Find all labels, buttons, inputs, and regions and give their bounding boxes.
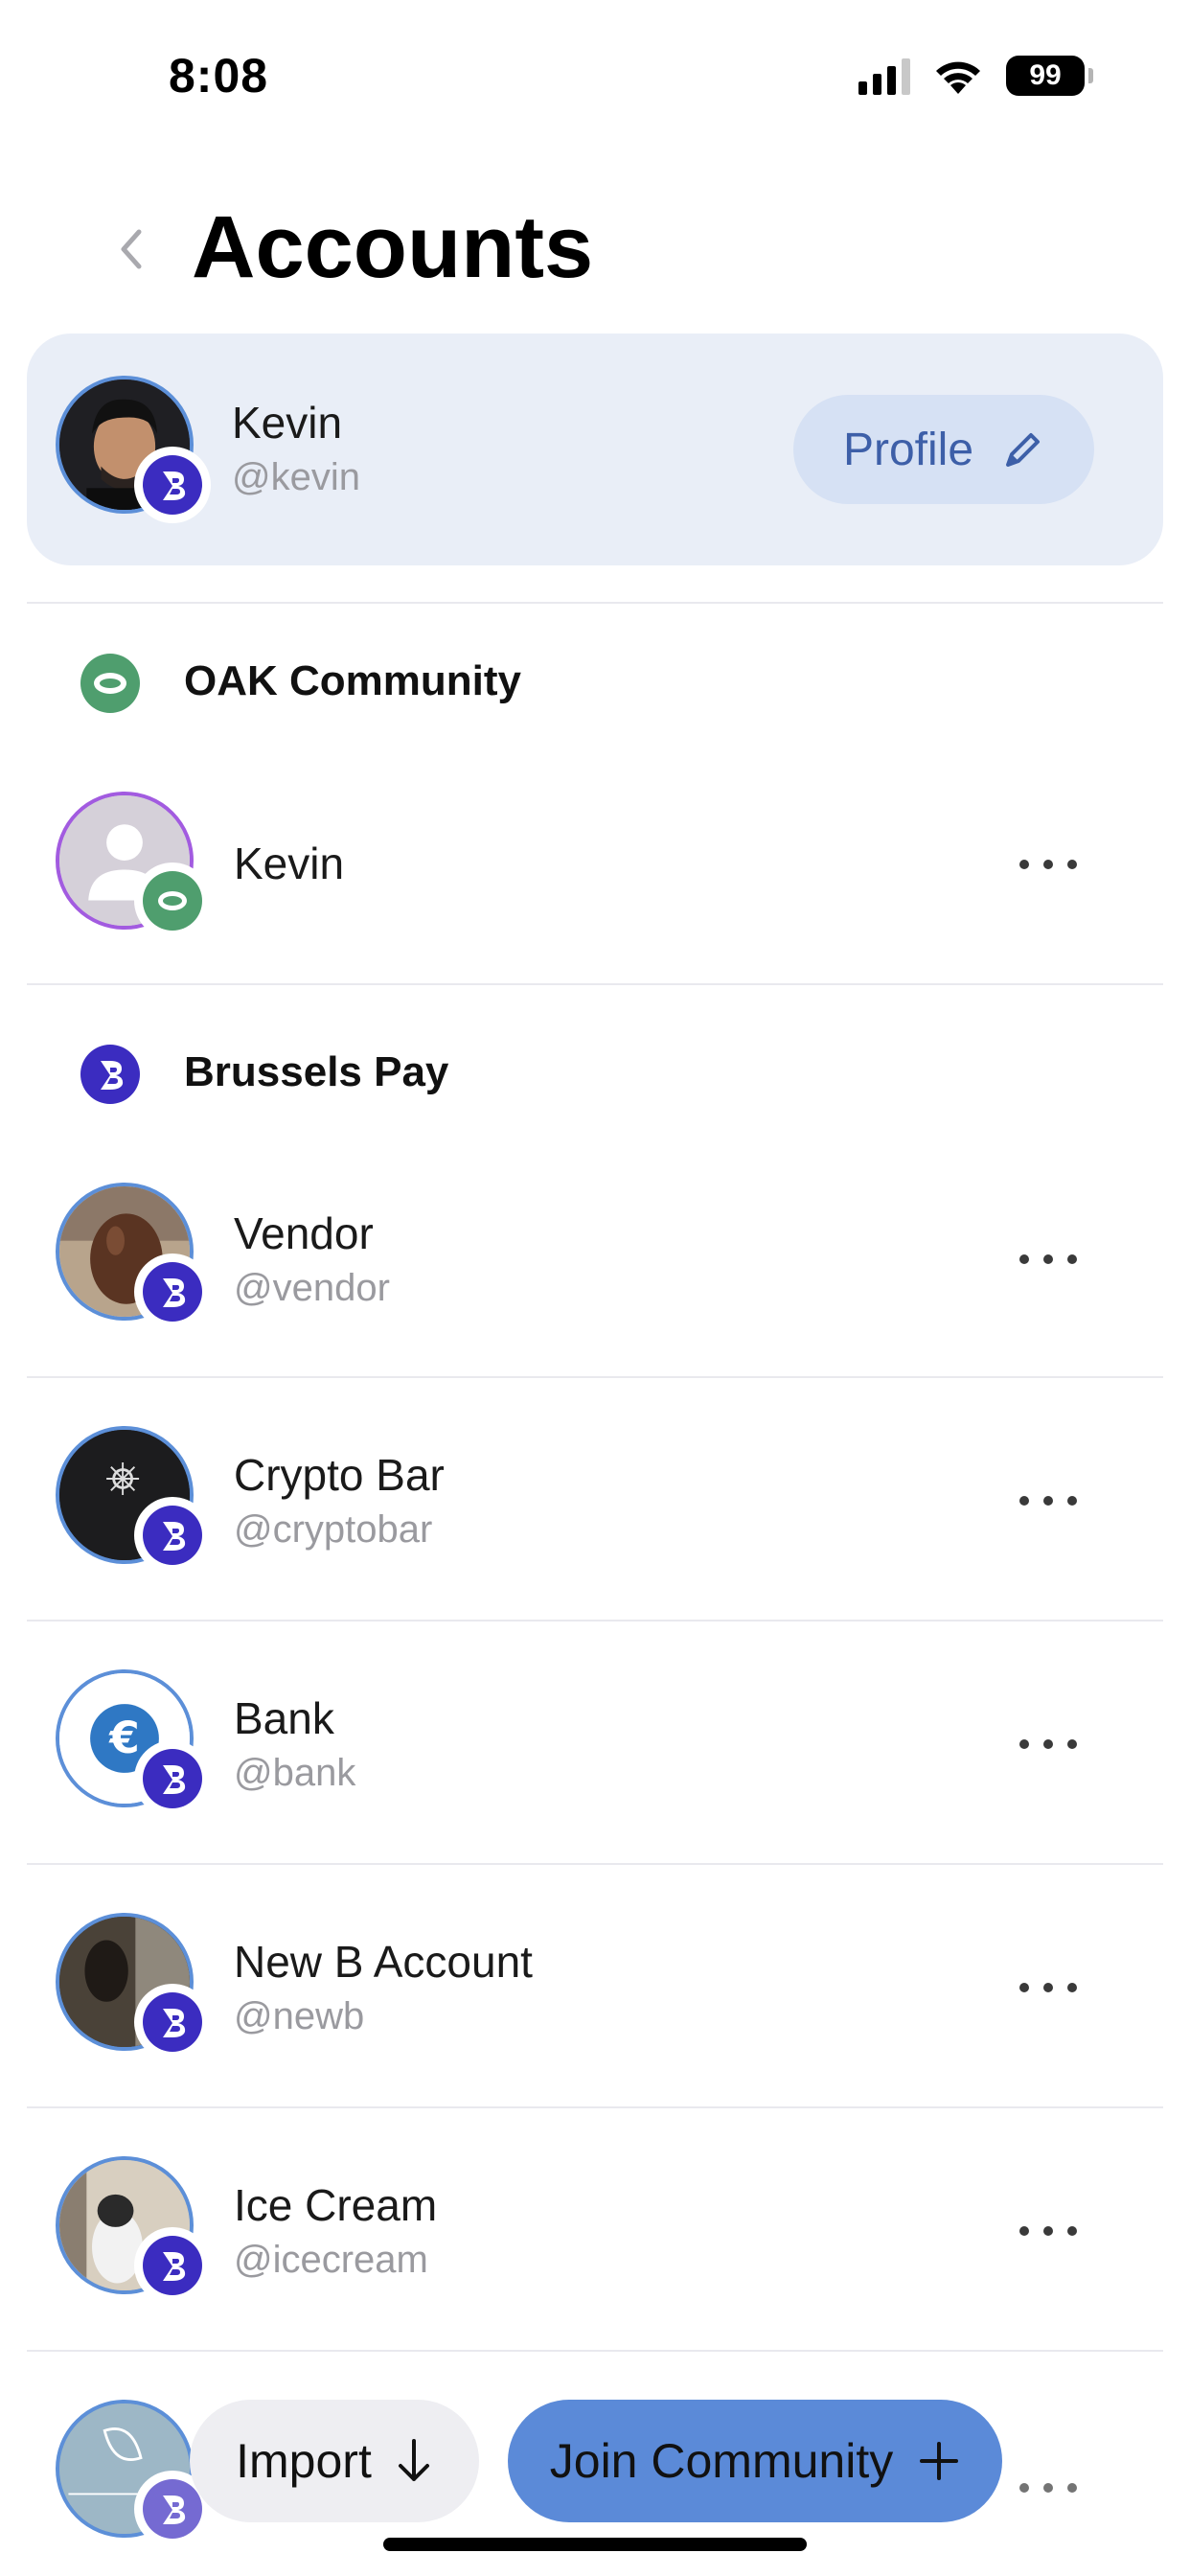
svg-text:€: €: [108, 1713, 140, 1763]
oak-community-icon: [80, 654, 140, 713]
account-handle: @icecream: [234, 2239, 428, 2281]
page-title: Accounts: [192, 198, 594, 296]
account-handle: @vendor: [234, 1267, 390, 1309]
account-avatar: [56, 2156, 211, 2304]
account-handle: @cryptobar: [234, 1508, 433, 1551]
account-row[interactable]: Crypto Bar @cryptobar: [0, 1403, 1190, 1595]
divider: [27, 2106, 1163, 2108]
brussels-pay-badge-icon: [134, 1497, 211, 1574]
join-community-label: Join Community: [549, 2434, 894, 2488]
account-text: Kevin: [234, 838, 344, 889]
account-avatar: €: [56, 1669, 211, 1817]
more-options-icon[interactable]: [1019, 2469, 1077, 2507]
account-text: Vendor @vendor: [234, 1208, 390, 1310]
arrow-down-icon: [398, 2439, 429, 2481]
community-title: Brussels Pay: [184, 1048, 449, 1095]
account-avatar: [56, 1183, 211, 1330]
more-options-icon[interactable]: [1019, 2212, 1077, 2250]
pencil-icon: [1006, 433, 1041, 467]
brussels-pay-badge-icon: [134, 447, 211, 523]
join-community-button[interactable]: Join Community: [508, 2400, 1002, 2522]
account-text: Ice Cream @icecream: [234, 2179, 437, 2282]
divider: [27, 2350, 1163, 2352]
more-options-icon[interactable]: [1019, 845, 1077, 884]
more-options-icon[interactable]: [1019, 1968, 1077, 2007]
community-header-brussels-pay: Brussels Pay: [0, 1027, 1190, 1114]
divider: [27, 1863, 1163, 1865]
divider: [27, 602, 1163, 604]
account-avatar: [56, 792, 211, 939]
community-title: OAK Community: [184, 657, 521, 704]
account-avatar: [56, 376, 211, 523]
account-row[interactable]: € Bank @bank: [0, 1646, 1190, 1838]
brussels-pay-badge-icon: [134, 1254, 211, 1330]
profile-button[interactable]: Profile: [793, 395, 1094, 504]
brussels-pay-badge-icon: [134, 2227, 211, 2304]
brussels-pay-community-icon: [80, 1045, 140, 1104]
status-time: 8:08: [169, 49, 269, 103]
account-avatar: [56, 1913, 211, 2060]
account-text: New B Account @newb: [234, 1936, 533, 2038]
home-indicator: [383, 2538, 807, 2551]
account-row[interactable]: Vendor @vendor: [0, 1160, 1190, 1351]
divider: [27, 1376, 1163, 1378]
account-row[interactable]: Ice Cream @icecream: [0, 2133, 1190, 2325]
status-indicators: 99: [858, 56, 1093, 96]
back-button[interactable]: [103, 222, 157, 276]
more-options-icon[interactable]: [1019, 1240, 1077, 1278]
profile-button-label: Profile: [842, 424, 974, 475]
account-avatar: [56, 2400, 211, 2547]
brussels-pay-badge-icon: [134, 1984, 211, 2060]
account-name: Vendor: [234, 1208, 374, 1258]
more-options-icon[interactable]: [1019, 1482, 1077, 1520]
brussels-pay-badge-icon: [134, 1740, 211, 1817]
import-button-label: Import: [236, 2434, 372, 2488]
community-header-oak: OAK Community: [0, 636, 1190, 723]
account-handle: @bank: [234, 1752, 356, 1794]
account-row[interactable]: New B Account @newb: [0, 1890, 1190, 2082]
header: Accounts: [0, 182, 1190, 316]
status-bar: 8:08 99: [0, 0, 1190, 153]
account-handle: @newb: [234, 1995, 365, 2037]
account-handle: @kevin: [232, 456, 360, 498]
account-name: Kevin: [232, 398, 343, 448]
cellular-signal-icon: [858, 57, 910, 95]
account-text: Kevin @kevin: [232, 397, 360, 499]
oak-badge-icon: [134, 862, 211, 939]
account-text: Crypto Bar @cryptobar: [234, 1449, 445, 1552]
account-row[interactable]: Kevin: [0, 769, 1190, 960]
chevron-left-icon: [121, 229, 142, 269]
import-button[interactable]: Import: [190, 2400, 479, 2522]
battery-icon: 99: [1006, 56, 1093, 96]
account-text: Bank @bank: [234, 1692, 355, 1795]
current-account-card[interactable]: Kevin @kevin Profile: [27, 334, 1163, 565]
divider: [27, 983, 1163, 985]
more-options-icon[interactable]: [1019, 1725, 1077, 1763]
divider: [27, 1620, 1163, 1622]
plus-icon: [920, 2442, 959, 2480]
wifi-icon: [931, 56, 985, 96]
account-name: Kevin: [234, 839, 345, 888]
account-avatar: [56, 1426, 211, 1574]
account-name: Ice Cream: [234, 2180, 438, 2230]
account-name: Crypto Bar: [234, 1450, 445, 1500]
account-name: New B Account: [234, 1937, 533, 1987]
account-name: Bank: [234, 1693, 334, 1743]
